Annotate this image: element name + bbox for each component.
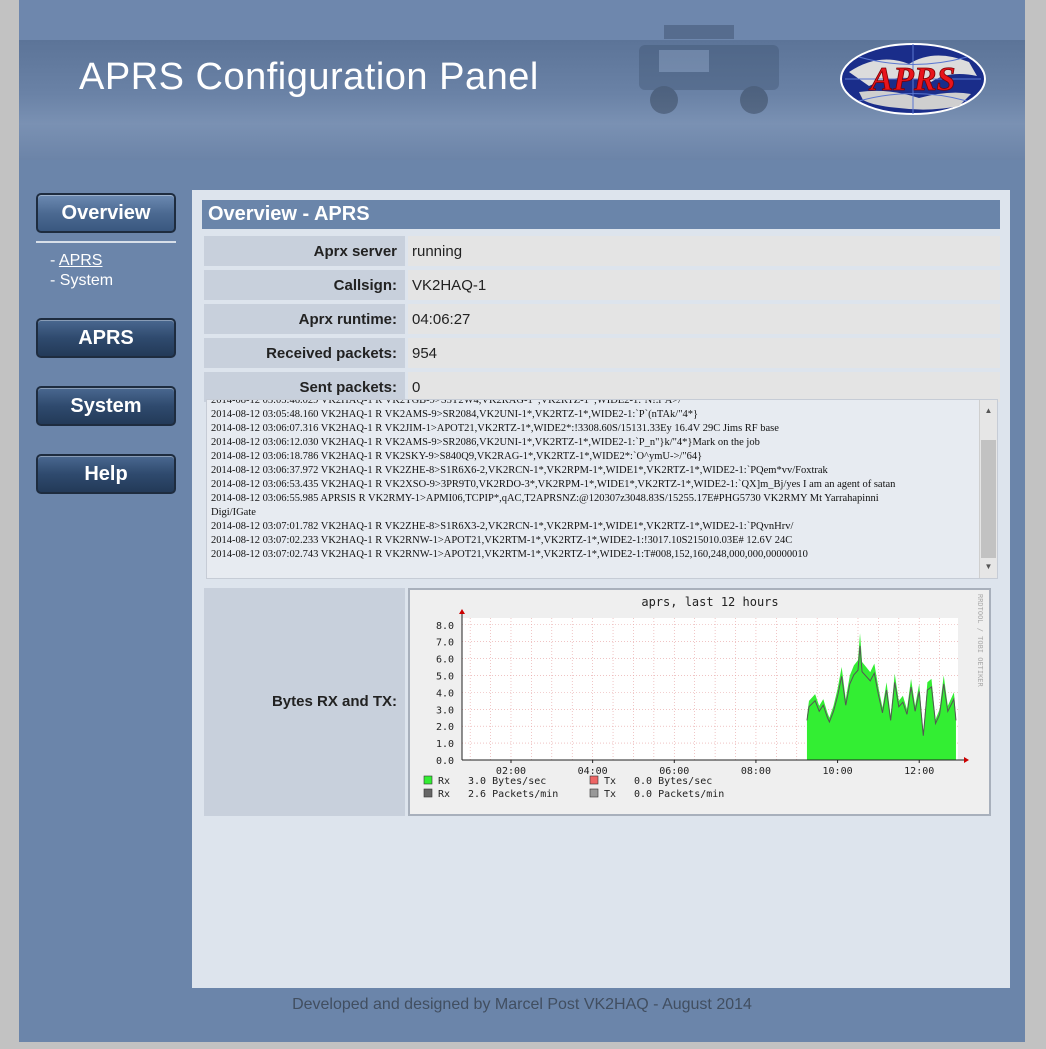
legend-name: Rx [438,789,450,800]
status-value: 0 [405,372,1000,402]
x-tick-label: 10:00 [823,766,853,777]
aprs-globe-logo: APRS [840,43,986,115]
legend-name: Tx [604,789,616,800]
legend-value: 2.6 Packets/min [468,789,558,800]
legend-name: Tx [604,776,616,787]
y-tick-label: 1.0 [436,739,454,750]
log-line: 2014-08-12 03:06:37.972 VK2HAQ-1 R VK2ZH… [211,465,828,476]
y-tick-label: 4.0 [436,688,454,699]
panel-title: Overview - APRS [202,200,1000,229]
status-row: Aprx server running [204,236,1000,266]
y-tick-label: 3.0 [436,705,454,716]
log-line: 2014-08-12 03:07:02.743 VK2HAQ-1 R VK2RN… [211,549,808,560]
legend-value: 0.0 Packets/min [634,789,724,800]
log-line: 2014-08-12 03:07:02.233 VK2HAQ-1 R VK2RN… [211,535,793,546]
status-key: Aprx runtime: [204,304,405,334]
footer: Developed and designed by Marcel Post VK… [292,996,752,1013]
status-value: VK2HAQ-1 [405,270,1000,300]
status-row: Callsign: VK2HAQ-1 [204,270,1000,300]
subnav-link-aprs[interactable]: APRS [59,252,103,269]
sidebar: Overview - APRS - System APRS System Hel… [36,193,176,494]
rrd-graph: 0.0 1.0 2.0 3.0 4.0 5.0 6.0 7.0 8.0 02:00 04:00 06:… [408,588,991,816]
legend-name: Rx [438,776,450,787]
legend-value: 3.0 Bytes/sec [468,776,546,787]
y-tick-label: 6.0 [436,655,454,666]
status-row: Aprx runtime: 04:06:27 [204,304,1000,334]
graph-label: Bytes RX and TX: [204,588,405,816]
packet-log[interactable]: 2014-08-12 03:05:46.029 VK2HAQ-1 R VK2TG… [206,399,998,579]
y-tick-label: 5.0 [436,671,454,682]
log-line: 2014-08-12 03:07:01.782 VK2HAQ-1 R VK2ZH… [211,521,794,532]
scroll-up-arrow-icon[interactable]: ▲ [980,404,997,418]
log-line: 2014-08-12 03:05:46.029 VK2HAQ-1 R VK2TG… [211,399,682,406]
log-line: Digi/IGate [211,507,256,518]
nav-overview-button[interactable]: Overview [36,193,176,233]
status-row: Received packets: 954 [204,338,1000,368]
log-scrollbar[interactable]: ▲ ▼ [979,400,997,578]
y-tick-label: 7.0 [436,638,454,649]
legend-swatch [589,788,599,798]
log-line: 2014-08-12 03:06:12.030 VK2HAQ-1 R VK2AM… [211,437,760,448]
svg-text:APRS: APRS [868,61,955,98]
nav-help-button[interactable]: Help [36,454,176,494]
log-lines: 2014-08-12 03:05:46.029 VK2HAQ-1 R VK2TG… [211,399,969,562]
status-key: Aprx server [204,236,405,266]
log-line: 2014-08-12 03:06:55.985 APRSIS R VK2RMY-… [211,493,879,504]
y-axis-arrow-icon [459,609,465,614]
log-line: 2014-08-12 03:06:07.316 VK2HAQ-1 R VK2JI… [211,423,779,434]
status-key: Received packets: [204,338,405,368]
y-tick-label: 8.0 [436,621,454,632]
subnav-item-system: - System [50,272,114,289]
scroll-down-arrow-icon[interactable]: ▼ [980,560,997,574]
vehicle-illustration [639,25,779,114]
x-axis-arrow-icon [964,757,969,763]
header-banner: APRS Configuration Panel APRS [19,0,1025,160]
scroll-thumb[interactable] [981,440,996,558]
legend-swatch [589,775,599,785]
log-line: 2014-08-12 03:05:48.160 VK2HAQ-1 R VK2AM… [211,409,699,420]
y-tick-label: 0.0 [436,756,454,767]
log-line: 2014-08-12 03:06:53.435 VK2HAQ-1 R VK2XS… [211,479,896,490]
nav-divider [36,241,176,243]
main-panel: Overview - APRS Aprx server running Calls… [192,190,1010,988]
log-line: 2014-08-12 03:06:18.786 VK2HAQ-1 R VK2SK… [211,451,703,462]
status-table: Aprx server running Callsign: VK2HAQ-1 Apr… [204,232,1000,406]
chart-title: aprs, last 12 hours [641,595,778,609]
nav-aprs-button[interactable]: APRS [36,318,176,358]
nav-system-button[interactable]: System [36,386,176,426]
rrdtool-watermark: RRDTOOL / TOBI OETIKER [976,594,984,688]
rrd-graph-svg: 0.01.02.03.04.05.06.07.08.002:00 04:00 06:… [423,594,984,800]
status-key: Callsign: [204,270,405,300]
subnav-item-aprs: - APRS [50,252,103,269]
status-row: Sent packets: 0 [204,372,1000,402]
subnav-link-system[interactable]: System [60,272,113,289]
status-value: 954 [405,338,1000,368]
y-tick-label: 2.0 [436,722,454,733]
x-tick-label: 08:00 [741,766,771,777]
site-title: APRS Configuration Panel [79,56,539,98]
status-value: 04:06:27 [405,304,1000,334]
legend-value: 0.0 Bytes/sec [634,776,712,787]
status-value: running [405,236,1000,266]
page-frame: APRS Configuration Panel APRS Overview -… [19,0,1025,1042]
status-key: Sent packets: [204,372,405,402]
legend-swatch [423,775,433,785]
x-tick-label: 12:00 [904,766,934,777]
subnav: - APRS - System [50,251,176,291]
legend-swatch [423,788,433,798]
